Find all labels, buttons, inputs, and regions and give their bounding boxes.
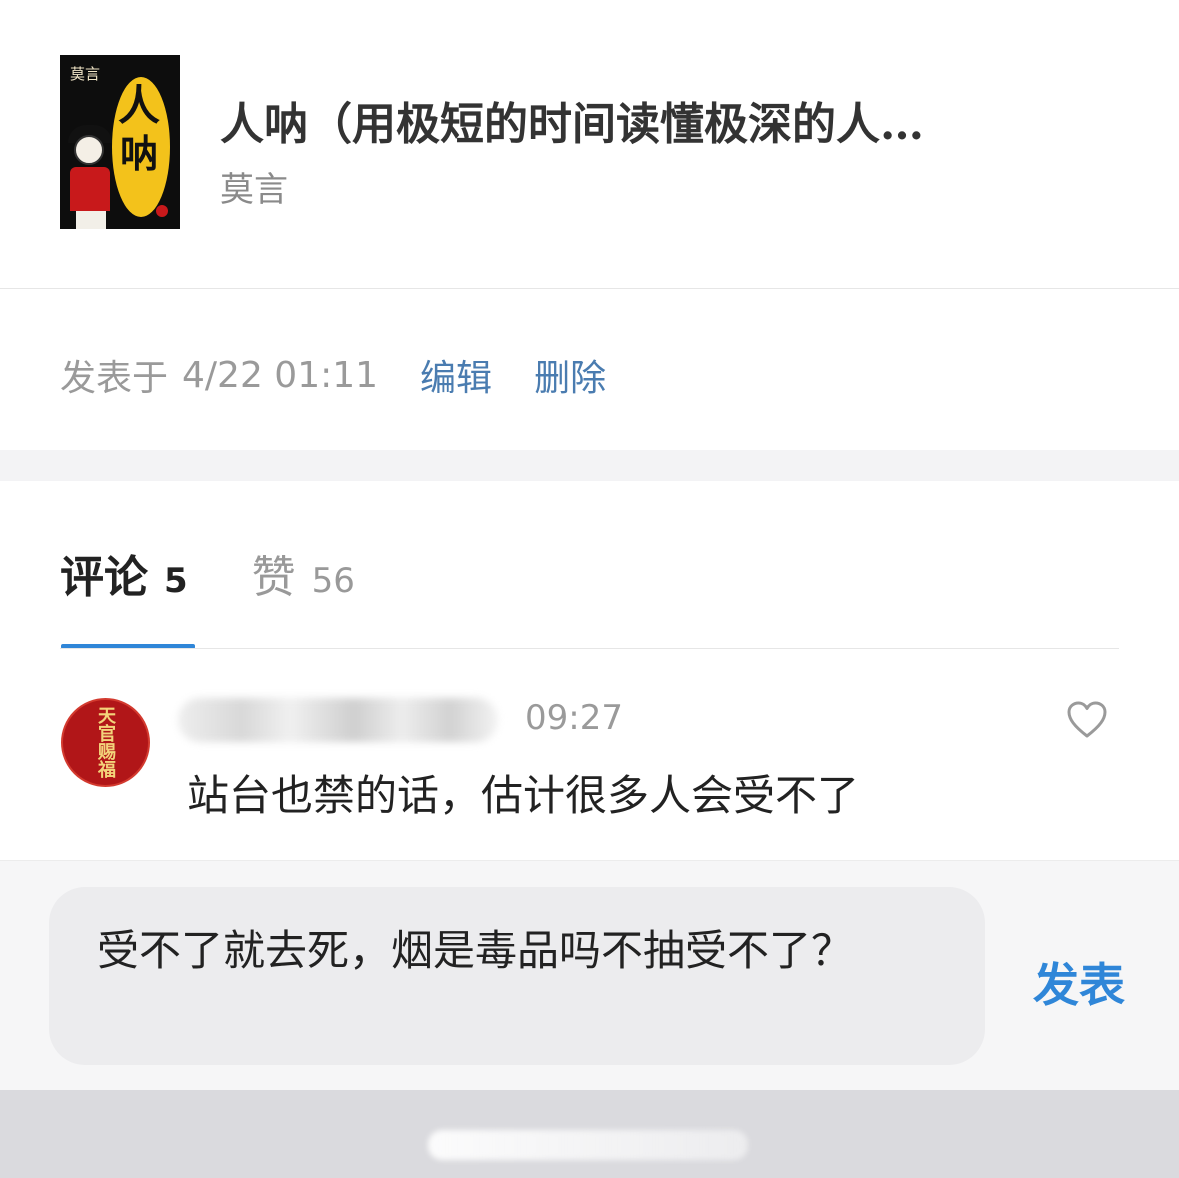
reply-input[interactable]: 受不了就去死，烟是毒品吗不抽受不了？ xyxy=(49,887,985,1065)
cover-author-text: 莫言 xyxy=(70,65,101,83)
divider xyxy=(0,288,1179,289)
tab-comments-count: 5 xyxy=(164,561,188,601)
reply-bar: 受不了就去死，烟是毒品吗不抽受不了？ 发表 xyxy=(0,860,1179,1090)
book-card[interactable]: 莫言 人 呐 人呐（用极短的时间读懂极深的人… 莫言 xyxy=(0,0,1179,288)
commenter-name-blurred[interactable] xyxy=(178,698,498,742)
cover-figure-body xyxy=(70,167,110,211)
post-meta-row: 发表于 4/22 01:11 编辑 删除 xyxy=(60,350,606,400)
cover-figure-legs xyxy=(76,211,106,229)
cover-title-char-2: 呐 xyxy=(120,131,159,176)
cover-title-char-1: 人 xyxy=(118,81,161,130)
comment-text: 站台也禁的话，估计很多人会受不了 xyxy=(187,771,860,820)
tab-likes-label: 赞 xyxy=(251,552,296,603)
divider xyxy=(60,648,1119,649)
avatar-seal-text: 天官赐福 xyxy=(95,706,116,778)
comment-time: 09:27 xyxy=(525,698,623,738)
posted-label: 发表于 xyxy=(60,358,169,399)
commenter-avatar[interactable]: 天官赐福 xyxy=(61,698,150,787)
cover-figure-head xyxy=(74,135,104,165)
cover-publisher-seal xyxy=(156,205,168,217)
edit-link[interactable]: 编辑 xyxy=(420,349,492,401)
publish-button[interactable]: 发表 xyxy=(1033,949,1125,1015)
book-title[interactable]: 人呐（用极短的时间读懂极深的人… xyxy=(220,88,1040,152)
delete-link[interactable]: 删除 xyxy=(534,349,606,401)
section-separator xyxy=(0,450,1179,481)
tab-likes-count: 56 xyxy=(311,561,355,601)
book-cover-image[interactable]: 莫言 人 呐 xyxy=(60,55,180,229)
tab-likes[interactable]: 赞 56 xyxy=(252,541,355,605)
tab-bar: 评论 5 赞 56 xyxy=(60,538,419,608)
book-author[interactable]: 莫言 xyxy=(220,162,288,211)
heart-outline-icon[interactable] xyxy=(1066,700,1108,740)
tab-comments[interactable]: 评论 5 xyxy=(60,541,188,605)
watermark xyxy=(428,1130,748,1160)
tab-comments-label: 评论 xyxy=(60,552,148,603)
posted-time: 4/22 01:11 xyxy=(182,354,379,396)
